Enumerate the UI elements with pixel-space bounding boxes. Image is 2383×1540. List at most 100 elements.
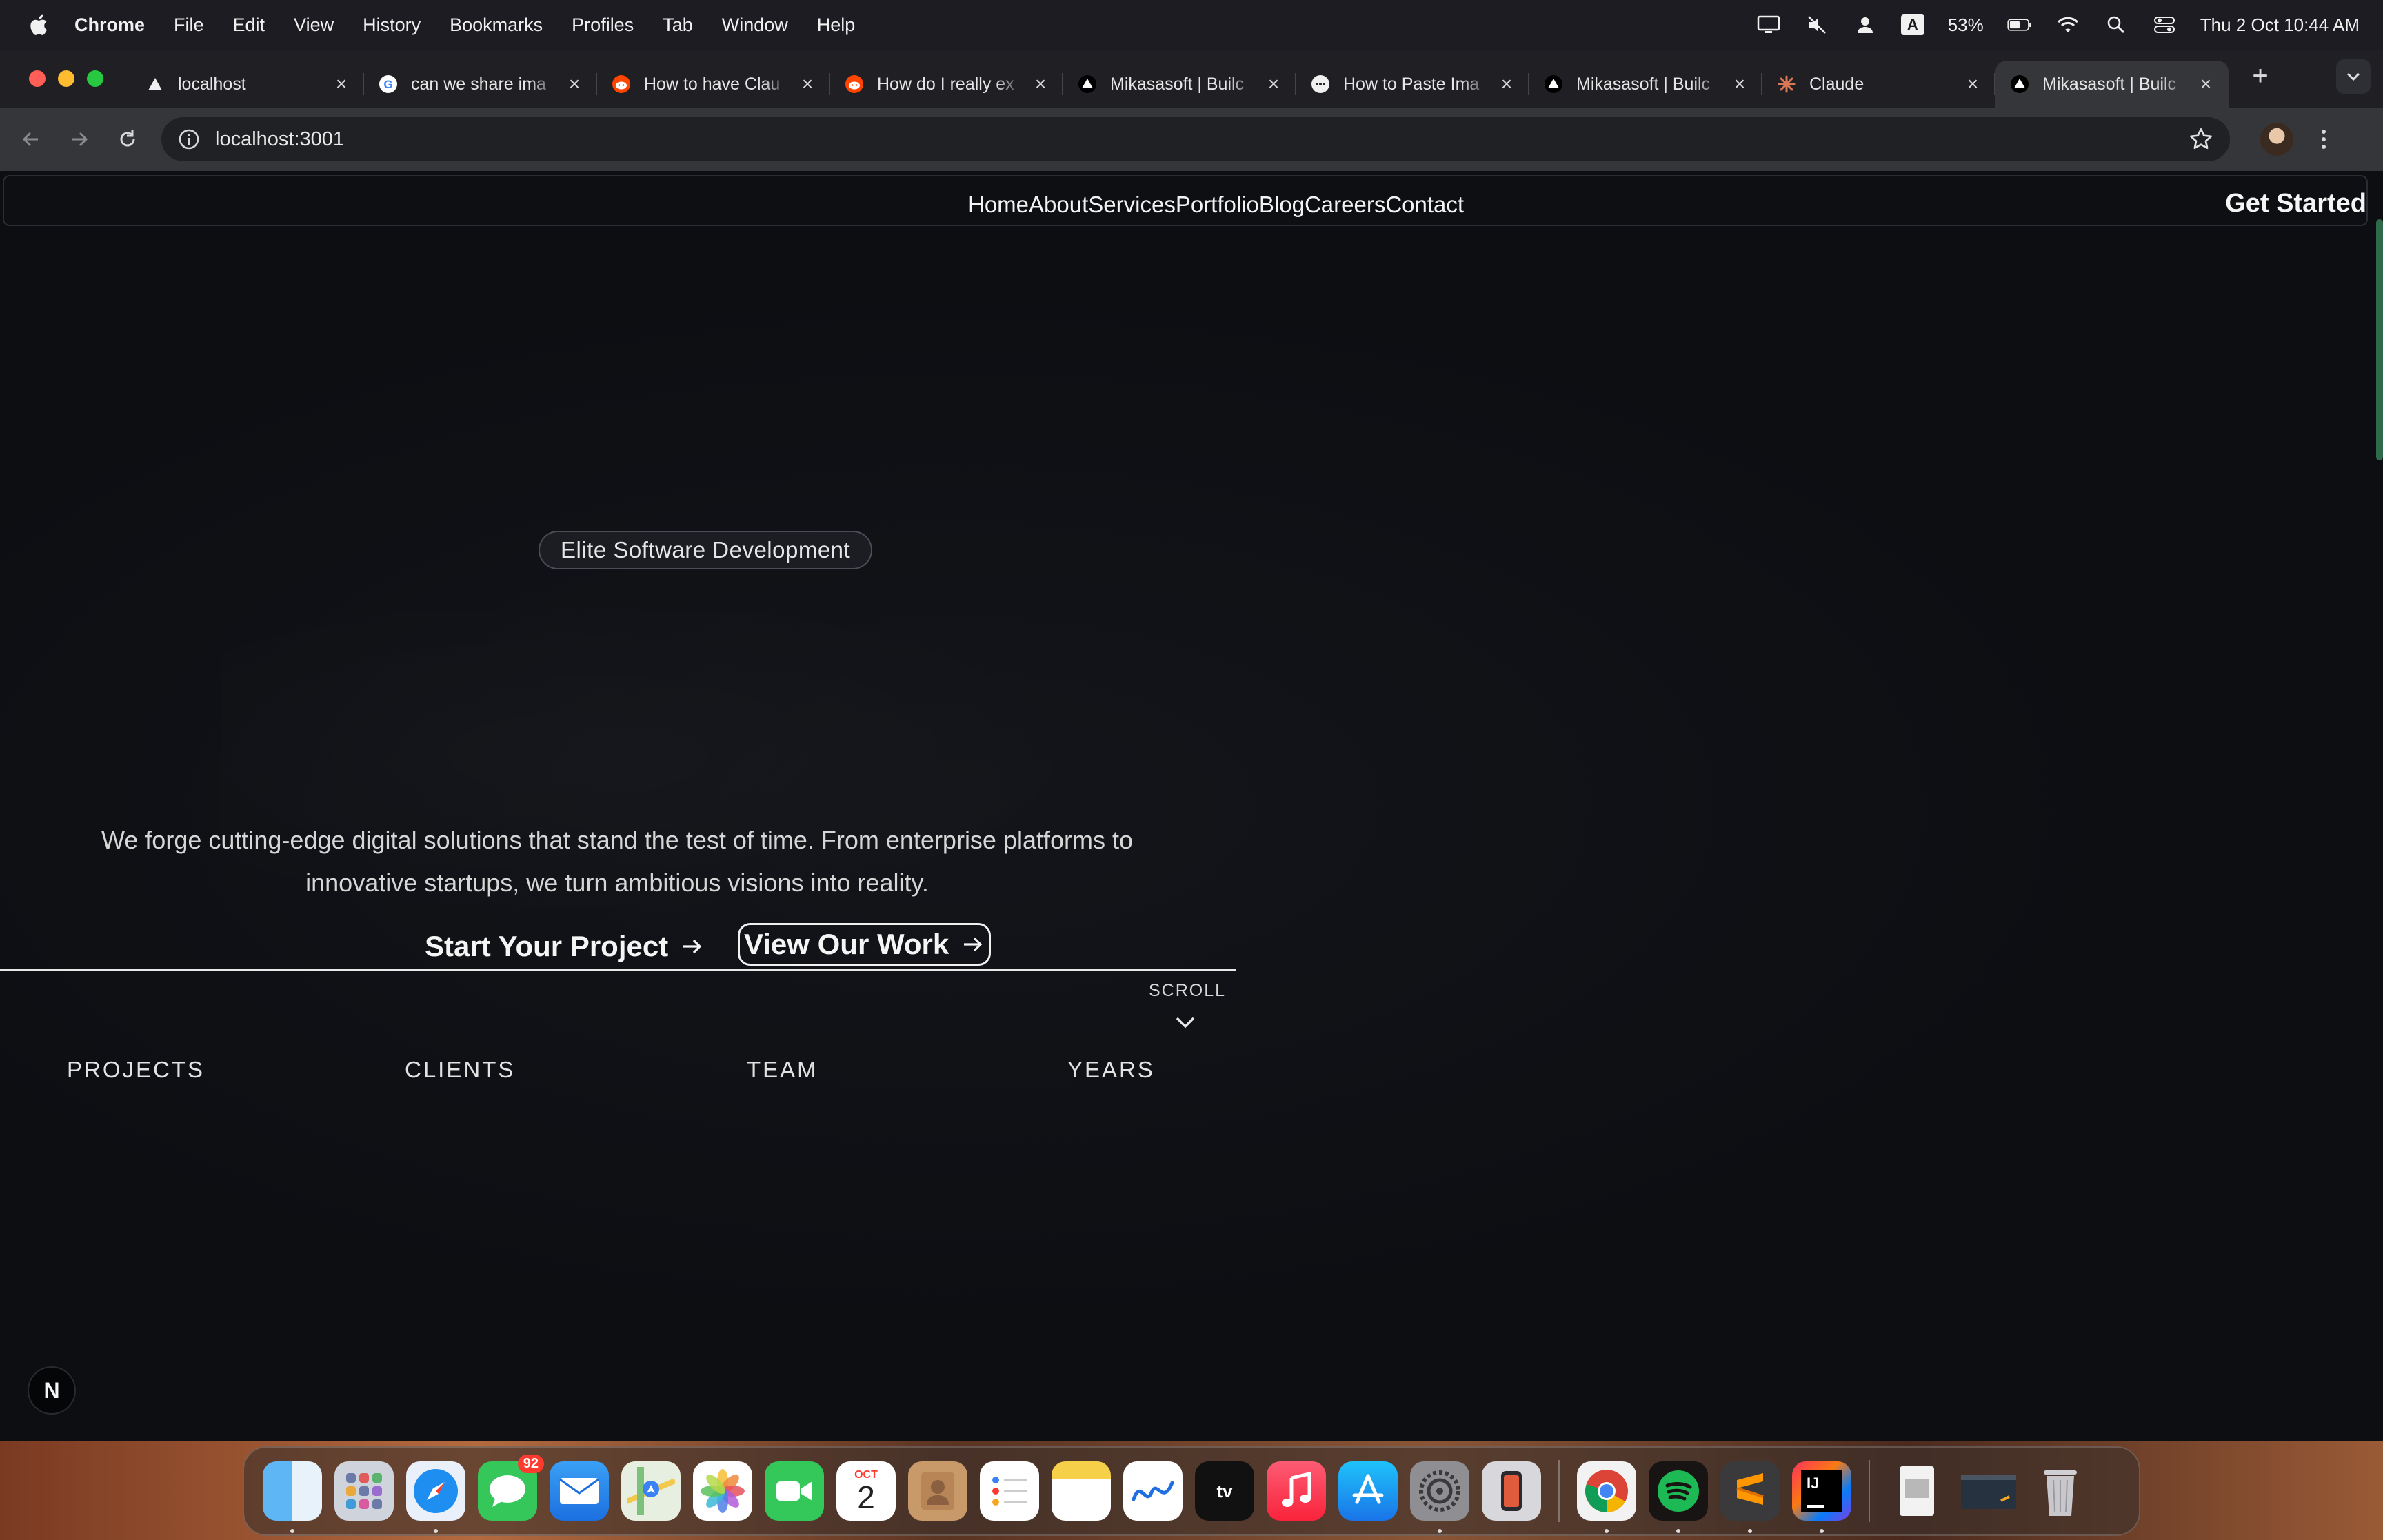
browser-tab[interactable]: How to have Clau × — [597, 61, 830, 108]
safari-icon[interactable] — [406, 1461, 465, 1533]
minimize-window-button[interactable] — [58, 70, 74, 87]
messages-icon[interactable]: 92 — [478, 1455, 544, 1521]
app-store-icon[interactable] — [1338, 1461, 1398, 1521]
tab-search-button[interactable] — [2336, 59, 2371, 94]
nav-link-home[interactable]: Home — [968, 192, 1029, 218]
tab-title: Mikasasoft | Builc — [1110, 74, 1245, 94]
site-info-icon[interactable] — [178, 128, 200, 150]
music-icon[interactable] — [1267, 1461, 1326, 1521]
nav-link-portfolio[interactable]: Portfolio — [1176, 192, 1259, 218]
browser-tab[interactable]: How do I really ex × — [830, 61, 1063, 108]
menu-history[interactable]: History — [363, 14, 421, 36]
address-bar[interactable]: localhost:3001 — [161, 117, 2230, 161]
facetime-icon[interactable] — [765, 1461, 824, 1521]
close-tab-icon[interactable]: × — [332, 73, 350, 94]
battery-icon[interactable] — [2007, 14, 2032, 35]
menu-edit[interactable]: Edit — [233, 14, 265, 36]
apple-tv-icon[interactable]: tv — [1195, 1461, 1254, 1521]
macos-menubar: Chrome File Edit View History Bookmarks … — [0, 0, 2383, 50]
messages-unread-badge: 92 — [517, 1455, 544, 1473]
get-started-button[interactable]: Get Started — [2225, 189, 2366, 219]
close-tab-icon[interactable]: × — [2197, 73, 2215, 94]
menu-help[interactable]: Help — [817, 14, 856, 36]
browser-tab-active[interactable]: Mikasasoft | Builc × — [1995, 61, 2229, 108]
maps-icon[interactable] — [621, 1461, 681, 1521]
close-tab-icon[interactable]: × — [1964, 73, 1982, 94]
close-tab-icon[interactable]: × — [1498, 73, 1516, 94]
finder-icon[interactable] — [263, 1461, 322, 1533]
start-project-button[interactable]: Start Your Project — [425, 926, 704, 967]
nextjs-dev-badge[interactable]: N — [28, 1366, 76, 1415]
reminders-icon[interactable] — [980, 1461, 1039, 1521]
tab-title: How to Paste Ima — [1343, 74, 1480, 94]
menu-file[interactable]: File — [174, 14, 204, 36]
close-tab-icon[interactable]: × — [1265, 73, 1283, 94]
calendar-icon[interactable]: OCT 2 — [836, 1461, 896, 1521]
menubar-clock[interactable]: Thu 2 Oct 10:44 AM — [2200, 14, 2360, 36]
menu-view[interactable]: View — [294, 14, 334, 36]
page-scrollbar[interactable] — [2376, 219, 2383, 460]
tab-list: localhost × G can we share ima × How to … — [131, 50, 2281, 108]
browser-tab[interactable]: localhost × — [131, 61, 364, 108]
browser-menu-button[interactable] — [2310, 123, 2337, 156]
trash-icon[interactable] — [2031, 1461, 2090, 1521]
system-settings-icon[interactable] — [1410, 1461, 1469, 1533]
apple-icon[interactable] — [28, 13, 48, 37]
nav-link-blog[interactable]: Blog — [1259, 192, 1305, 218]
contacts-icon[interactable] — [908, 1461, 967, 1521]
control-center-icon[interactable] — [2152, 14, 2177, 35]
menu-bookmarks[interactable]: Bookmarks — [450, 14, 543, 36]
back-button[interactable] — [14, 122, 48, 156]
close-tab-icon[interactable]: × — [565, 73, 583, 94]
stat-label-years: YEARS — [1067, 1057, 1155, 1082]
sublime-text-icon[interactable] — [1720, 1461, 1780, 1533]
browser-tab[interactable]: G can we share ima × — [364, 61, 597, 108]
menu-app-name[interactable]: Chrome — [74, 14, 145, 36]
wifi-icon[interactable] — [2055, 14, 2080, 35]
close-tab-icon[interactable]: × — [798, 73, 816, 94]
menu-tab[interactable]: Tab — [663, 14, 693, 36]
preview-document-icon[interactable] — [1887, 1461, 1947, 1521]
menu-window[interactable]: Window — [722, 14, 788, 36]
profile-avatar[interactable] — [2260, 123, 2293, 156]
intellij-idea-icon[interactable]: IJ — [1792, 1461, 1851, 1533]
chevron-down-icon[interactable] — [1174, 1015, 1197, 1031]
close-tab-icon[interactable]: × — [1731, 73, 1749, 94]
tab-title: Claude — [1809, 74, 1864, 94]
nav-link-about[interactable]: About — [1029, 192, 1088, 218]
battery-percent: 53% — [1947, 14, 1984, 35]
mute-icon[interactable] — [1804, 14, 1829, 35]
menu-profiles[interactable]: Profiles — [572, 14, 634, 36]
browser-tab[interactable]: Claude × — [1762, 61, 1995, 108]
nav-link-careers[interactable]: Careers — [1305, 192, 1385, 218]
running-indicator — [1676, 1529, 1680, 1533]
browser-tab[interactable]: Mikasasoft | Builc × — [1063, 61, 1296, 108]
forward-button[interactable] — [62, 122, 97, 156]
close-window-button[interactable] — [29, 70, 46, 87]
spotify-icon[interactable] — [1649, 1461, 1708, 1533]
notes-icon[interactable] — [1052, 1461, 1111, 1521]
browser-tab[interactable]: How to Paste Ima × — [1296, 61, 1529, 108]
terminal-window-icon[interactable] — [1959, 1461, 2018, 1521]
spotlight-search-icon[interactable] — [2104, 14, 2129, 35]
nav-link-contact[interactable]: Contact — [1385, 192, 1464, 218]
chrome-icon[interactable] — [1577, 1461, 1636, 1533]
photos-icon[interactable] — [693, 1461, 752, 1521]
browser-tab[interactable]: Mikasasoft | Builc × — [1529, 61, 1762, 108]
freeform-icon[interactable] — [1123, 1461, 1183, 1521]
display-icon[interactable] — [1756, 14, 1781, 35]
url-text[interactable]: localhost:3001 — [215, 128, 344, 151]
reload-button[interactable] — [110, 122, 145, 156]
new-tab-button[interactable]: + — [2240, 55, 2281, 97]
nav-link-services[interactable]: Services — [1088, 192, 1176, 218]
triangle-icon — [145, 74, 165, 94]
mail-icon[interactable] — [550, 1461, 609, 1521]
user-icon[interactable] — [1853, 14, 1878, 35]
bookmark-star-icon[interactable] — [2189, 127, 2213, 152]
launchpad-icon[interactable] — [334, 1461, 394, 1521]
input-source-indicator[interactable]: A — [1900, 14, 1924, 35]
view-work-button[interactable]: View Our Work — [738, 923, 992, 966]
zoom-window-button[interactable] — [87, 70, 103, 87]
close-tab-icon[interactable]: × — [1032, 73, 1049, 94]
iphone-mirroring-icon[interactable] — [1482, 1461, 1541, 1521]
